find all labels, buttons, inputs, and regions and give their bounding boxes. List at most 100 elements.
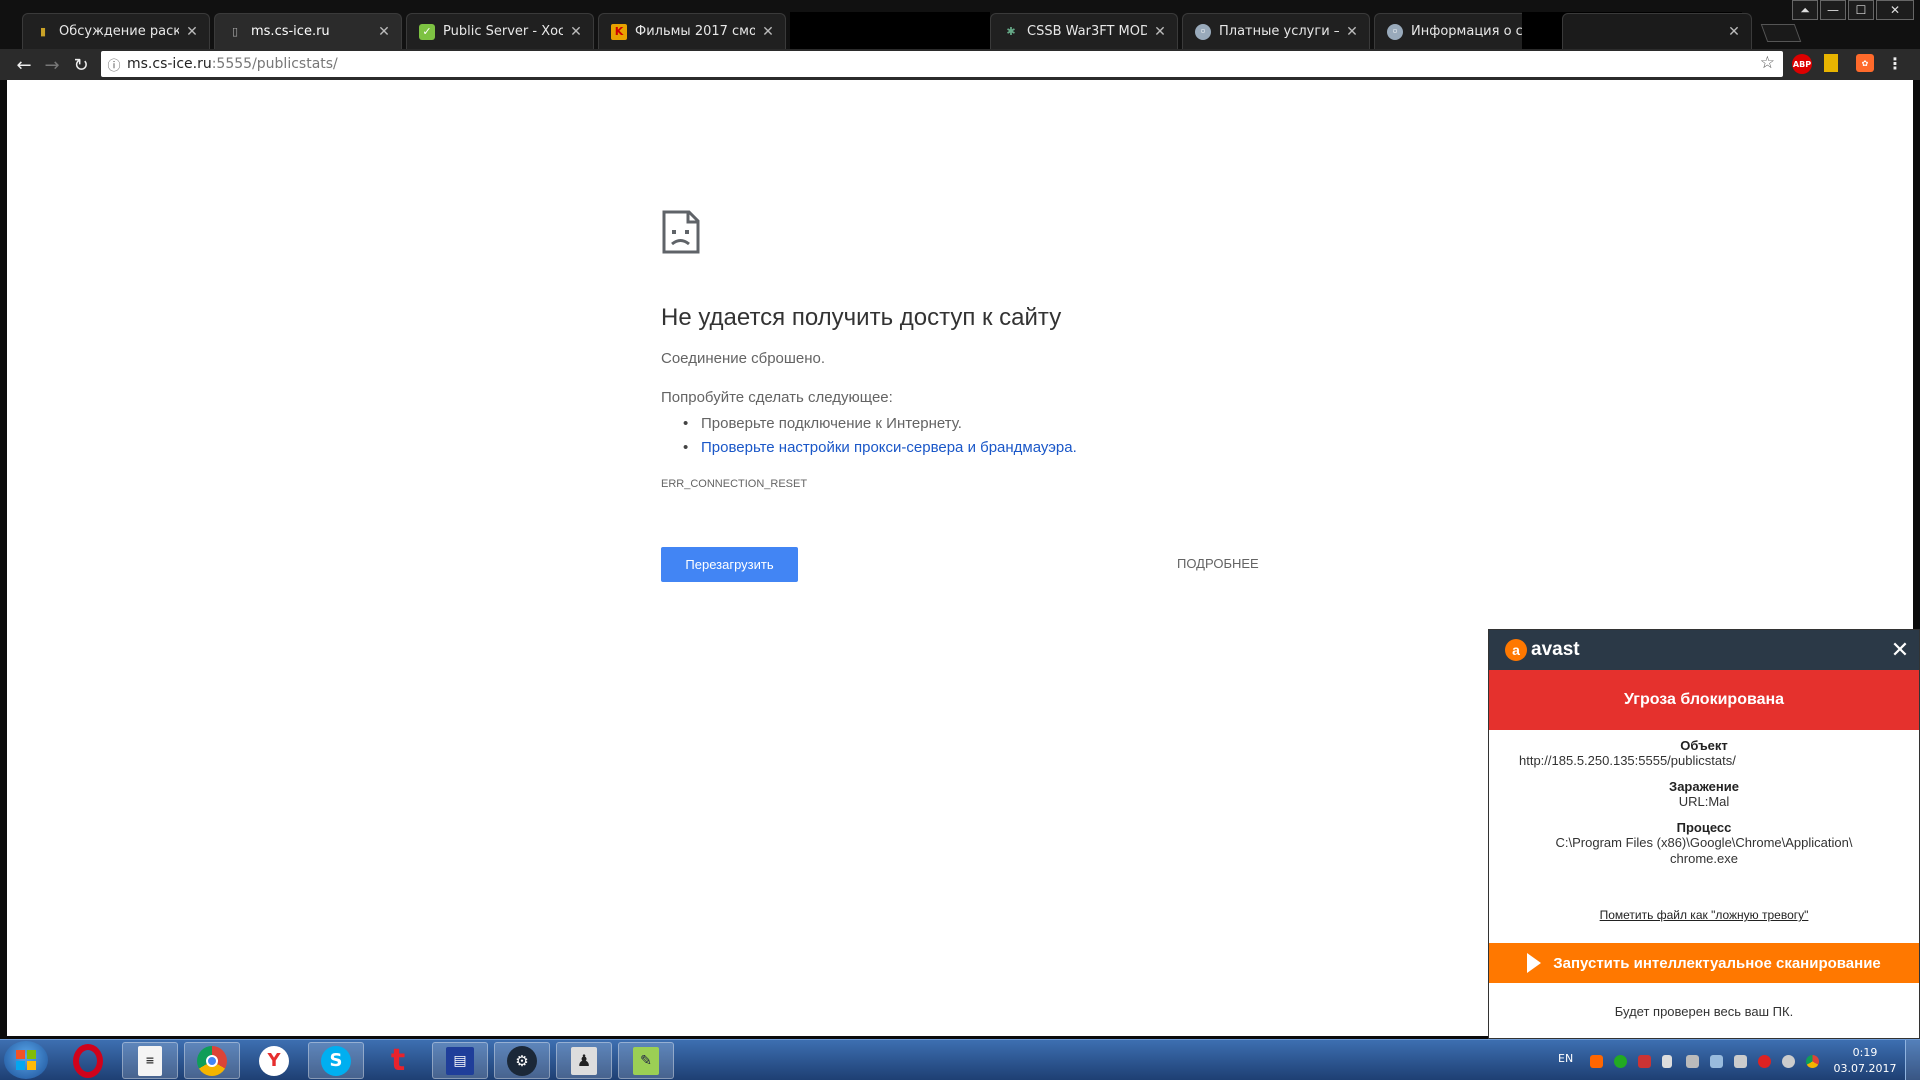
tab-strip: ▮ Обсуждение раскрутки ✕ ▯ ms.cs-ice.ru … — [0, 0, 1920, 50]
menu-dots-icon[interactable]: ⋮ — [1886, 54, 1904, 73]
address-bar[interactable]: ⓘ ms.cs-ice.ru:5555/publicstats/ ☆ — [101, 51, 1783, 77]
tray-icon[interactable] — [1758, 1055, 1771, 1068]
yandex-icon: Y — [259, 1045, 289, 1076]
tab-close-icon[interactable]: ✕ — [185, 24, 199, 40]
taskbar-save-app[interactable]: ▤ — [432, 1042, 488, 1079]
opera-icon — [73, 1043, 103, 1078]
start-button[interactable] — [4, 1041, 48, 1079]
tab-cssb-mod[interactable]: ✱ CSSB War3FT MOD - Фор ✕ — [990, 13, 1178, 49]
object-label: Объект — [1680, 738, 1728, 753]
taskbar-skype[interactable]: S — [308, 1042, 364, 1079]
close-icon[interactable]: ✕ — [1887, 637, 1913, 663]
tab-title: ms.cs-ice.ru — [251, 24, 330, 39]
taskbar-yandex[interactable]: Y — [246, 1042, 302, 1079]
process-label: Процесс — [1676, 820, 1732, 835]
tab-title: Платные услуги — Мон — [1219, 24, 1339, 39]
object-value: http://185.5.250.135:5555/publicstats/ — [1519, 753, 1736, 768]
notepad-icon: ≡ — [138, 1045, 162, 1076]
taskbar-steam[interactable]: ⚙ — [494, 1042, 550, 1079]
tab-hidden[interactable]: ✕ — [1562, 13, 1752, 49]
tray-icon[interactable] — [1614, 1055, 1627, 1068]
tab-paid-services[interactable]: ◦ Платные услуги — Мон ✕ — [1182, 13, 1370, 49]
tab-close-icon[interactable]: ✕ — [569, 24, 583, 40]
clock[interactable]: 0:19 03.07.2017 — [1830, 1045, 1900, 1077]
error-title: Не удается получить доступ к сайту — [661, 304, 1062, 331]
tab-close-icon[interactable]: ✕ — [1153, 24, 1167, 40]
back-icon[interactable]: ← — [13, 54, 35, 76]
reload-button[interactable]: Перезагрузить — [661, 547, 798, 582]
page-icon: ▯ — [231, 25, 239, 38]
taskbar: ≡ Y S t ▤ ⚙ ♟ ✎ EN 0:19 03.07.2017 — [0, 1039, 1920, 1080]
infection-value: URL:Mal — [1678, 794, 1730, 809]
chrome-tray-icon[interactable] — [1806, 1055, 1819, 1068]
tab-close-icon[interactable]: ✕ — [1345, 24, 1359, 40]
steam-icon: ⚙ — [507, 1045, 537, 1076]
tab-close-icon[interactable]: ✕ — [761, 24, 775, 40]
tab-public-server[interactable]: ✓ Public Server - Хостинг и ✕ — [406, 13, 594, 49]
steam-tray-icon[interactable] — [1782, 1055, 1795, 1068]
tab-title: Информация о серве — [1411, 24, 1531, 39]
clock-date: 03.07.2017 — [1833, 1062, 1897, 1075]
taskbar-chrome[interactable] — [184, 1042, 240, 1079]
tab-close-icon[interactable]: ✕ — [377, 24, 391, 40]
url-path: :5555/publicstats/ — [211, 56, 338, 72]
threat-details: Объект http://185.5.250.135:5555/publics… — [1489, 738, 1919, 867]
suggestion-item: Проверьте подключение к Интернету. — [661, 412, 1077, 436]
new-tab-button[interactable] — [1760, 24, 1802, 42]
profile-icon[interactable]: ⏶ — [1792, 0, 1818, 20]
reload-icon[interactable]: ↻ — [70, 54, 92, 76]
taskbar-editor[interactable]: ✎ — [618, 1042, 674, 1079]
error-try-heading: Попробуйте сделать следующее: — [661, 389, 893, 406]
error-description: Соединение сброшено. — [661, 350, 826, 367]
tab-ms-cs-ice[interactable]: ▯ ms.cs-ice.ru ✕ — [214, 13, 402, 49]
taskbar-opera[interactable] — [60, 1042, 116, 1079]
tray-icon[interactable] — [1686, 1055, 1699, 1068]
process-value: chrome.exe — [1670, 851, 1738, 866]
adblock-plus-icon[interactable]: ABP — [1792, 54, 1812, 74]
show-desktop-button[interactable] — [1905, 1040, 1920, 1080]
clock-time: 0:19 — [1852, 1046, 1878, 1059]
network-icon[interactable] — [1710, 1055, 1723, 1068]
extension-flag-icon[interactable] — [1824, 54, 1838, 72]
tab-title: Обсуждение раскрутки — [59, 24, 179, 39]
smart-scan-button[interactable]: Запустить интеллектуальное сканирование — [1489, 943, 1919, 983]
tray-icon[interactable] — [1590, 1055, 1603, 1068]
language-indicator[interactable]: EN — [1558, 1052, 1573, 1065]
close-window-button[interactable]: ✕ — [1876, 0, 1914, 20]
taskbar-t-app[interactable]: t — [370, 1042, 426, 1079]
false-positive-link[interactable]: Пометить файл как "ложную тревогу" — [1489, 908, 1919, 922]
url-host: ms.cs-ice.ru — [127, 56, 212, 72]
process-value: C:\Program Files (x86)\Google\Chrome\App… — [1555, 835, 1853, 850]
tray-icon[interactable] — [1638, 1055, 1651, 1068]
tab-close-icon[interactable]: ✕ — [1727, 24, 1741, 40]
extension-fox-icon[interactable]: ✿ — [1856, 54, 1874, 72]
globe-icon: ◦ — [1195, 23, 1211, 40]
smart-scan-label: Запустить интеллектуальное сканирование — [1553, 954, 1881, 972]
avast-logo-icon: a — [1505, 639, 1527, 661]
avast-header: a avast ✕ — [1489, 630, 1919, 670]
forward-icon[interactable]: → — [41, 54, 63, 76]
threat-banner: Угроза блокирована — [1489, 670, 1919, 730]
proxy-settings-link[interactable]: Проверьте настройки прокси-сервера и бра… — [661, 436, 1077, 460]
flag-icon[interactable] — [1734, 1055, 1747, 1068]
chrome-icon — [197, 1045, 227, 1076]
globe-icon: ◦ — [1387, 23, 1403, 40]
tab-title: CSSB War3FT MOD - Фор — [1027, 24, 1147, 39]
bookmark-star-icon[interactable]: ☆ — [1760, 53, 1775, 73]
maximize-button[interactable]: ☐ — [1848, 0, 1874, 20]
screen: ▮ Обсуждение раскрутки ✕ ▯ ms.cs-ice.ru … — [0, 0, 1920, 1080]
taskbar-notepad[interactable]: ≡ — [122, 1042, 178, 1079]
tab-forum[interactable]: ▮ Обсуждение раскрутки ✕ — [22, 13, 210, 49]
details-button[interactable]: ПОДРОБНЕЕ — [1177, 556, 1259, 571]
redacted-tab — [790, 12, 990, 50]
t-app-icon: t — [390, 1043, 406, 1078]
info-icon[interactable]: ⓘ — [101, 55, 127, 74]
taskbar-counter-strike[interactable]: ♟ — [556, 1042, 612, 1079]
tab-movies[interactable]: K Фильмы 2017 смотреть ✕ — [598, 13, 786, 49]
infection-label: Заражение — [1669, 779, 1739, 794]
sad-document-icon — [662, 210, 700, 254]
error-code: ERR_CONNECTION_RESET — [661, 478, 808, 490]
avast-brand: avast — [1531, 639, 1580, 660]
minimize-button[interactable]: — — [1820, 0, 1846, 20]
volume-icon[interactable] — [1662, 1055, 1672, 1068]
